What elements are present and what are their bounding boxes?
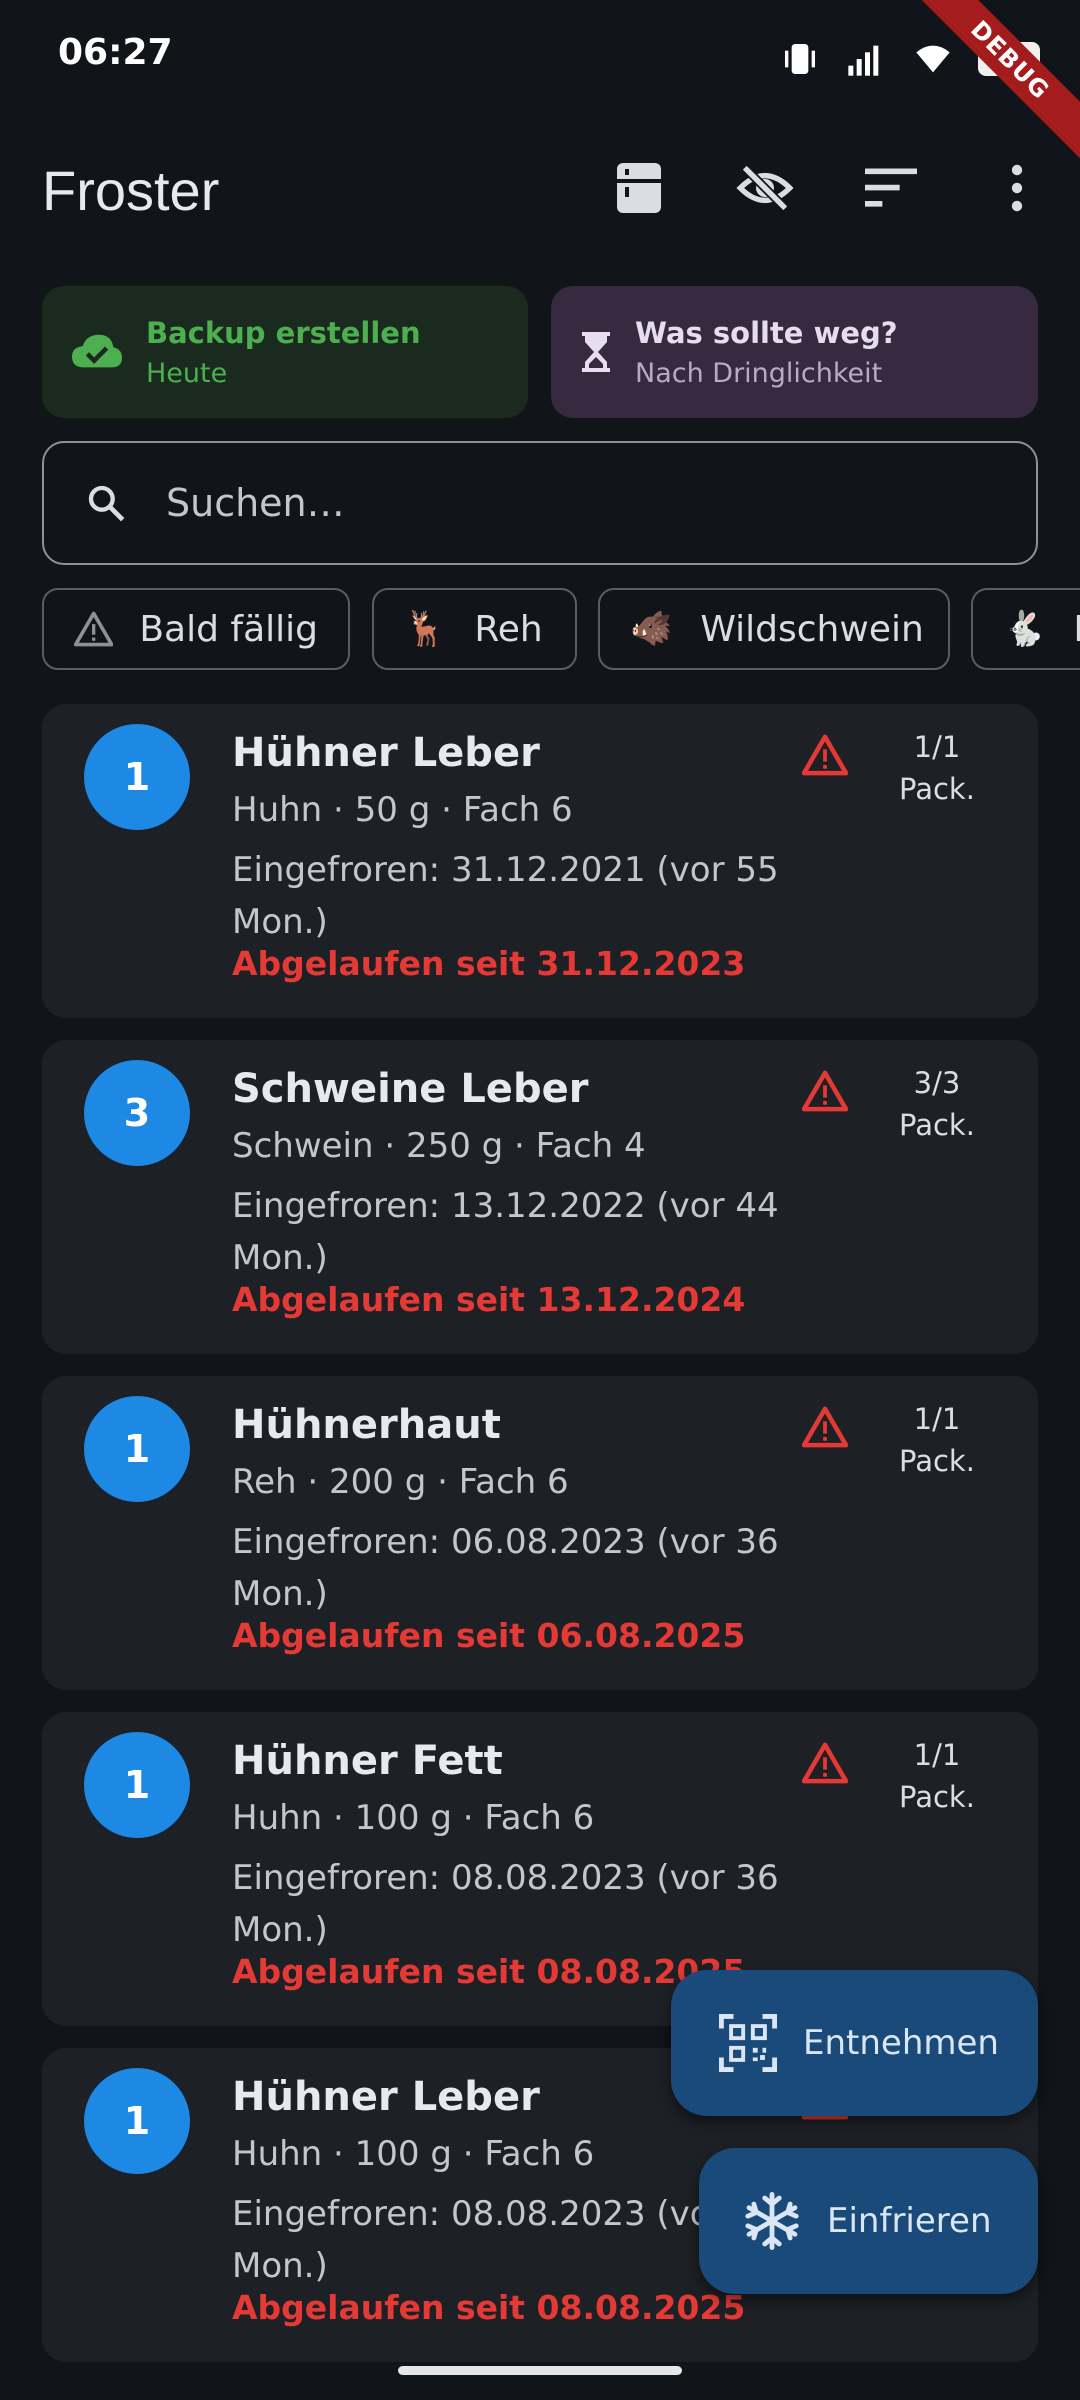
chip-label: Reh — [474, 608, 543, 650]
visibility-toggle-button[interactable] — [729, 152, 801, 224]
count-avatar: 1 — [84, 1396, 190, 1502]
warning-icon — [802, 1742, 848, 1784]
count-avatar: 1 — [84, 1732, 190, 1838]
take-out-button[interactable]: Entnehmen — [671, 1970, 1038, 2116]
item-details: Huhn · 50 g · Fach 6 — [232, 790, 573, 830]
search-field[interactable]: Suchen… — [42, 441, 1038, 565]
count-avatar: 1 — [84, 724, 190, 830]
item-details: Schwein · 250 g · Fach 4 — [232, 1126, 646, 1166]
item-frozen-date: Eingefroren: 06.08.2023 (vor 36 Mon.) — [232, 1522, 779, 1614]
item-expired-text: Abgelaufen seit 06.08.2025 — [232, 1616, 746, 1655]
chip-bald-faellig[interactable]: Bald fällig — [42, 588, 350, 670]
fridge-button[interactable] — [603, 152, 675, 224]
item-frozen-date: Eingefroren: 31.12.2021 (vor 55 Mon.) — [232, 850, 779, 942]
deer-icon: 🦌 — [404, 609, 447, 649]
item-card[interactable]: 3 Schweine Leber Schwein · 250 g · Fach … — [42, 1040, 1038, 1354]
app-title: Froster — [42, 159, 220, 222]
warning-icon — [802, 1406, 848, 1448]
snowflake-icon — [745, 2192, 799, 2250]
backup-title: Backup erstellen — [146, 315, 421, 350]
warning-icon — [802, 1070, 848, 1112]
chip-label: Wildschwein — [700, 608, 924, 650]
urgency-card[interactable]: Was sollte weg? Nach Dringlichkeit — [551, 286, 1038, 418]
warning-icon — [74, 611, 114, 647]
item-name: Hühner Leber — [232, 730, 540, 776]
more-options-button[interactable] — [981, 152, 1053, 224]
chip-label: Bald fällig — [139, 608, 318, 650]
item-pack-count: 1/1 Pack. — [899, 1402, 975, 1478]
qr-scan-icon — [719, 2014, 777, 2072]
visibility-off-icon — [736, 164, 794, 212]
hourglass-icon — [582, 332, 610, 372]
chip-partial[interactable]: 🐇 H — [971, 588, 1080, 670]
sort-icon — [865, 168, 917, 207]
wifi-icon — [916, 45, 950, 73]
item-name: Hühner Fett — [232, 1738, 503, 1784]
freeze-label: Einfrieren — [827, 2201, 992, 2241]
item-pack-count: 1/1 Pack. — [899, 730, 975, 806]
item-expired-text: Abgelaufen seit 13.12.2024 — [232, 1280, 746, 1319]
take-out-label: Entnehmen — [803, 2023, 999, 2063]
home-indicator[interactable] — [398, 2366, 682, 2375]
item-expired-text: Abgelaufen seit 08.08.2025 — [232, 2288, 746, 2327]
item-expired-text: Abgelaufen seit 08.08.2025 — [232, 1952, 746, 1991]
item-frozen-date: Eingefroren: 13.12.2022 (vor 44 Mon.) — [232, 1186, 779, 1278]
warning-icon — [802, 734, 848, 776]
item-pack-count: 1/1 Pack. — [899, 1738, 975, 1814]
item-pack-count: 3/3 Pack. — [899, 1066, 975, 1142]
urgency-subtitle: Nach Dringlichkeit — [635, 357, 883, 389]
fridge-icon — [617, 163, 661, 213]
signal-icon — [848, 45, 879, 76]
chip-reh[interactable]: 🦌 Reh — [372, 588, 577, 670]
item-details: Huhn · 100 g · Fach 6 — [232, 1798, 595, 1838]
count-avatar: 1 — [84, 2068, 190, 2174]
item-name: Hühner Leber — [232, 2074, 540, 2120]
item-details: Reh · 200 g · Fach 6 — [232, 1462, 569, 1502]
urgency-title: Was sollte weg? — [635, 315, 898, 350]
rabbit-icon: 🐇 — [1003, 609, 1046, 649]
item-name: Schweine Leber — [232, 1066, 589, 1112]
freeze-button[interactable]: Einfrieren — [699, 2148, 1038, 2294]
cloud-done-icon — [72, 334, 122, 368]
item-frozen-date: Eingefroren: 08.08.2023 (vor 36 Mon.) — [232, 1858, 779, 1950]
search-input[interactable]: Suchen… — [166, 481, 345, 525]
backup-card[interactable]: Backup erstellen Heute — [42, 286, 528, 418]
more-vert-icon — [1011, 164, 1023, 212]
item-expired-text: Abgelaufen seit 31.12.2023 — [232, 944, 746, 983]
sort-button[interactable] — [855, 152, 927, 224]
item-details: Huhn · 100 g · Fach 6 — [232, 2134, 595, 2174]
boar-icon: 🐗 — [630, 609, 673, 649]
vibrate-icon — [785, 44, 815, 74]
item-card[interactable]: 1 Hühnerhaut Reh · 200 g · Fach 6 Eingef… — [42, 1376, 1038, 1690]
status-time: 06:27 — [58, 32, 173, 73]
chip-label: H — [1073, 609, 1080, 650]
backup-subtitle: Heute — [146, 357, 228, 389]
search-icon — [88, 485, 125, 522]
chip-wildschwein[interactable]: 🐗 Wildschwein — [598, 588, 950, 670]
item-card[interactable]: 1 Hühner Leber Huhn · 50 g · Fach 6 Eing… — [42, 704, 1038, 1018]
count-avatar: 3 — [84, 1060, 190, 1166]
item-name: Hühnerhaut — [232, 1402, 501, 1448]
